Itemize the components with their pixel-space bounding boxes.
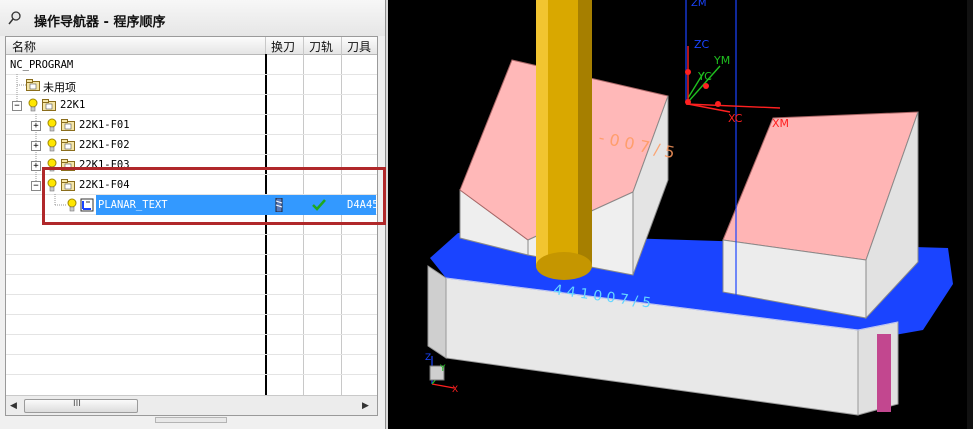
- axis-label-ym: YM: [713, 54, 730, 67]
- collapse-toggle[interactable]: −: [12, 101, 22, 111]
- tree-row-label: 22K1-F02: [79, 139, 130, 151]
- tree-row-label: 未用项: [43, 81, 76, 94]
- lightbulb-icon: [47, 138, 57, 152]
- tree-row-22k1[interactable]: − 22K1: [6, 95, 377, 115]
- axis-label-zc: ZC: [694, 38, 710, 51]
- annotation-red-box: [42, 167, 386, 225]
- scrollbar-grip: III: [73, 399, 81, 409]
- triad-label-y: Y: [439, 364, 446, 374]
- tree-row-22k1-f01[interactable]: + 22K1-F01: [6, 115, 377, 135]
- scrollbar-thumb[interactable]: III: [24, 399, 138, 413]
- tree-row-22k1-f02[interactable]: + 22K1-F02: [6, 135, 377, 155]
- tree-row-nc-program[interactable]: NC_PROGRAM: [6, 55, 377, 75]
- triad-label-x: X: [452, 385, 458, 395]
- axis-label-zm: ZM: [691, 0, 706, 9]
- program-folder-icon: [42, 99, 56, 111]
- operation-navigator-panel: 操作导航器 - 程序顺序 名称 换刀 刀轨 刀具 NC_PROGRAM 未用项 …: [0, 0, 386, 429]
- axis-label-xc: XC: [728, 112, 743, 125]
- tree-row-unused-items[interactable]: 未用项: [6, 75, 377, 95]
- block-corner-magenta: [877, 334, 891, 412]
- folder-icon: [26, 79, 40, 91]
- graphics-viewport[interactable]: 1 1 - 0 0 7 / 5 4 4 1 0 0 7 / 5 ZM ZC YM…: [386, 0, 973, 429]
- navigator-title-bar: 操作导航器 - 程序顺序: [0, 0, 385, 36]
- cutting-tool-tip: [536, 252, 592, 280]
- expand-toggle[interactable]: +: [31, 121, 41, 131]
- axis-label-xm: XM: [772, 117, 789, 130]
- scroll-left-arrow-icon[interactable]: ◀: [10, 401, 17, 411]
- panel-splitter-handle[interactable]: [155, 417, 227, 423]
- axis-label-yc: YC: [697, 70, 712, 83]
- triad-label-z: Z: [425, 353, 431, 363]
- tree-row-label: 22K1-F01: [79, 119, 130, 131]
- program-folder-icon: [61, 119, 75, 131]
- pin-icon[interactable]: [8, 11, 22, 25]
- horizontal-scrollbar[interactable]: ◀ III ▶: [6, 395, 377, 415]
- navigator-title: 操作导航器 - 程序顺序: [34, 15, 166, 30]
- collapse-toggle[interactable]: −: [31, 181, 41, 191]
- column-header-tool[interactable]: 刀具: [347, 38, 371, 55]
- operation-tree-grid[interactable]: 名称 换刀 刀轨 刀具 NC_PROGRAM 未用项 − 22K1 + 22K1…: [5, 36, 378, 416]
- program-folder-icon: [61, 139, 75, 151]
- 3d-model-scene: 1 1 - 0 0 7 / 5 4 4 1 0 0 7 / 5 ZM ZC YM…: [425, 0, 973, 429]
- column-header-toolpath[interactable]: 刀轨: [309, 38, 333, 55]
- lightbulb-icon: [28, 98, 38, 112]
- tree-row-label: NC_PROGRAM: [10, 59, 74, 71]
- scroll-right-arrow-icon[interactable]: ▶: [362, 401, 369, 411]
- column-header-tool-change[interactable]: 换刀: [271, 38, 295, 55]
- tree-row-label: 22K1: [60, 99, 86, 111]
- expand-toggle[interactable]: +: [31, 161, 41, 171]
- expand-toggle[interactable]: +: [31, 141, 41, 151]
- block-left-end: [427, 265, 447, 359]
- lightbulb-icon: [47, 118, 57, 132]
